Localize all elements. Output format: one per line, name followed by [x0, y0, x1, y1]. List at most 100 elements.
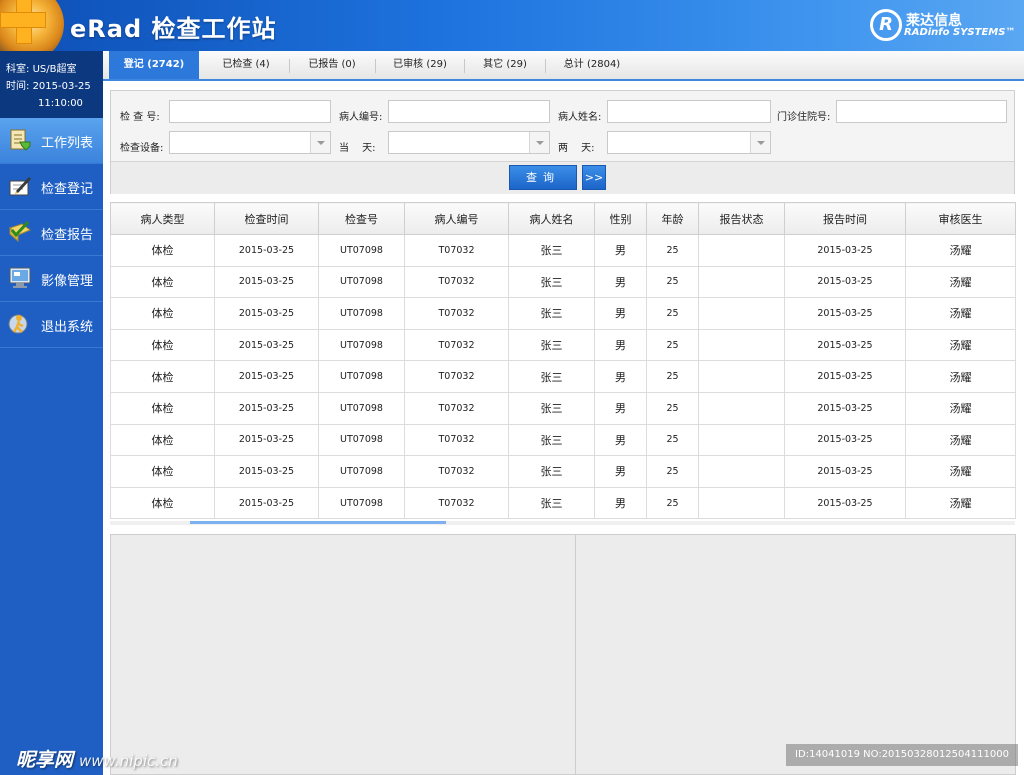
column-header[interactable]: 审核医生: [905, 202, 1016, 235]
table-cell: 2015-03-25: [784, 265, 906, 299]
column-header[interactable]: 检查时间: [214, 202, 319, 235]
table-cell: 2015-03-25: [214, 328, 319, 362]
device-label: 检查设备:: [120, 143, 164, 154]
table-cell: UT07098: [318, 486, 405, 520]
table-cell: UT07098: [318, 328, 405, 362]
scrollbar-thumb[interactable]: [190, 521, 446, 524]
table-cell: 男: [594, 360, 647, 393]
table-row[interactable]: 体检 2015-03-25 UT07098 T07032 张三男 25 2015-03-25…: [110, 486, 1016, 520]
table-cell: [698, 423, 785, 457]
column-header[interactable]: 报告时间: [784, 202, 906, 235]
advanced-search-button[interactable]: >>: [582, 165, 606, 190]
patient-name-input[interactable]: [607, 100, 771, 123]
detail-panel-right: [575, 534, 1016, 775]
table-cell: T07032: [404, 234, 509, 267]
tab-divider: [289, 59, 290, 73]
tab-other[interactable]: 其它 (29): [467, 51, 543, 79]
app-logo: [0, 0, 64, 51]
sidebar-item-report[interactable]: 检查报告: [0, 210, 103, 256]
table-cell: 汤耀: [905, 265, 1016, 299]
table-cell: 2015-03-25: [784, 455, 906, 488]
table-cell: [698, 360, 785, 393]
time-date: 2015-03-25: [32, 81, 91, 92]
table-cell: T07032: [404, 423, 509, 457]
worklist-table: 病人类型 检查时间 检查号 病人编号 病人姓名 性别 年龄 报告状态 报告时间 审核医生 体检 20…: [110, 202, 1016, 520]
sidebar-item-register[interactable]: 检查登记: [0, 164, 103, 210]
table-cell: 2015-03-25: [214, 297, 319, 330]
table-cell: 25: [646, 328, 699, 362]
column-header[interactable]: 病人姓名: [508, 202, 595, 235]
column-header[interactable]: 性别: [594, 202, 647, 235]
logo-cross-horizontal: [0, 12, 46, 28]
horizontal-scrollbar[interactable]: [110, 521, 1015, 525]
dept-line: 科室: US/B超室: [6, 61, 103, 78]
detail-panel-left: [110, 534, 576, 775]
table-cell: 2015-03-25: [784, 234, 906, 267]
column-header[interactable]: 检查号: [318, 202, 405, 235]
column-header[interactable]: 病人编号: [404, 202, 509, 235]
table-cell: [698, 265, 785, 299]
query-button[interactable]: 查询: [509, 165, 577, 190]
table-cell: 汤耀: [905, 455, 1016, 488]
table-cell: T07032: [404, 391, 509, 425]
chevron-down-icon[interactable]: [529, 132, 549, 153]
table-row[interactable]: 体检 2015-03-25 UT07098 T07032 张三男 25 2015-03-25…: [110, 328, 1016, 362]
monitor-icon: [9, 267, 31, 288]
table-row[interactable]: 体检 2015-03-25 UT07098 T07032 张三男 25 2015-03-25…: [110, 455, 1016, 488]
table-row[interactable]: 体检 2015-03-25 UT07098 T07032 张三男 25 2015-03-25…: [110, 265, 1016, 299]
table-cell: 2015-03-25: [214, 455, 319, 488]
table-cell: [698, 391, 785, 425]
tab-examined[interactable]: 已检查 (4): [207, 51, 285, 79]
table-cell: 汤耀: [905, 486, 1016, 520]
table-cell: 2015-03-25: [214, 486, 319, 520]
table-cell: 张三: [508, 360, 595, 393]
table-cell: [698, 328, 785, 362]
table-cell: 张三: [508, 486, 595, 520]
table-cell: 张三: [508, 297, 595, 330]
device-select[interactable]: [169, 131, 331, 154]
search-row-1: 检 查 号: 病人编号: 病人姓名: 门诊住院号:: [111, 98, 1014, 128]
chevron-down-icon[interactable]: [750, 132, 770, 153]
table-cell: T07032: [404, 265, 509, 299]
column-header[interactable]: 报告状态: [698, 202, 785, 235]
column-header[interactable]: 病人类型: [110, 202, 215, 235]
table-cell: 体检: [110, 455, 215, 488]
sidebar-item-exit[interactable]: 退出系统: [0, 302, 103, 348]
table-cell: 体检: [110, 297, 215, 330]
table-cell: T07032: [404, 297, 509, 330]
sidebar-item-label: 退出系统: [41, 320, 94, 335]
table-cell: 25: [646, 455, 699, 488]
brand-logo: R 莱达信息 RADinfo SYSTEMS™: [870, 9, 1015, 43]
exit-icon: [8, 314, 28, 334]
table-cell: 2015-03-25: [214, 234, 319, 267]
tab-total[interactable]: 总计 (2804): [549, 51, 635, 79]
worklist-icon: [10, 129, 31, 151]
table-cell: 2015-03-25: [784, 328, 906, 362]
table-row[interactable]: 体检 2015-03-25 UT07098 T07032 张三男 25 2015-03-25…: [110, 297, 1016, 330]
session-info: 科室: US/B超室 时间: 2015-03-25 11:10:00: [0, 51, 103, 118]
today-select[interactable]: [388, 131, 550, 154]
table-cell: 25: [646, 360, 699, 393]
search-form: 检 查 号: 病人编号: 病人姓名: 门诊住院号: 检查设备: 当 天: 两 天…: [110, 90, 1015, 194]
table-cell: 汤耀: [905, 391, 1016, 425]
sidebar-item-worklist[interactable]: 工作列表: [0, 118, 103, 164]
two-days-select[interactable]: [607, 131, 771, 154]
tab-registered[interactable]: 登记 (2742): [109, 51, 199, 79]
table-row[interactable]: 体检 2015-03-25 UT07098 T07032 张三男 25 2015-03-25…: [110, 391, 1016, 425]
table-cell: 汤耀: [905, 328, 1016, 362]
table-row[interactable]: 体检 2015-03-25 UT07098 T07032 张三男 25 2015-03-25…: [110, 234, 1016, 267]
register-pen-icon: [9, 177, 31, 196]
sidebar-item-image-management[interactable]: 影像管理: [0, 256, 103, 302]
exam-no-input[interactable]: [169, 100, 331, 123]
tab-reviewed[interactable]: 已审核 (29): [379, 51, 461, 79]
table-row[interactable]: 体检 2015-03-25 UT07098 T07032 张三男 25 2015-03-25…: [110, 360, 1016, 393]
chevron-down-icon[interactable]: [310, 132, 330, 153]
patient-no-input[interactable]: [388, 100, 550, 123]
table-body: 体检 2015-03-25 UT07098 T07032 张三男 25 2015-03-25…: [110, 234, 1016, 520]
clinic-no-input[interactable]: [836, 100, 1007, 123]
tab-reported[interactable]: 已报告 (0): [293, 51, 371, 79]
table-row[interactable]: 体检 2015-03-25 UT07098 T07032 张三男 25 2015-03-25…: [110, 423, 1016, 457]
today-label: 当 天:: [339, 143, 376, 154]
column-header[interactable]: 年龄: [646, 202, 699, 235]
table-cell: UT07098: [318, 391, 405, 425]
